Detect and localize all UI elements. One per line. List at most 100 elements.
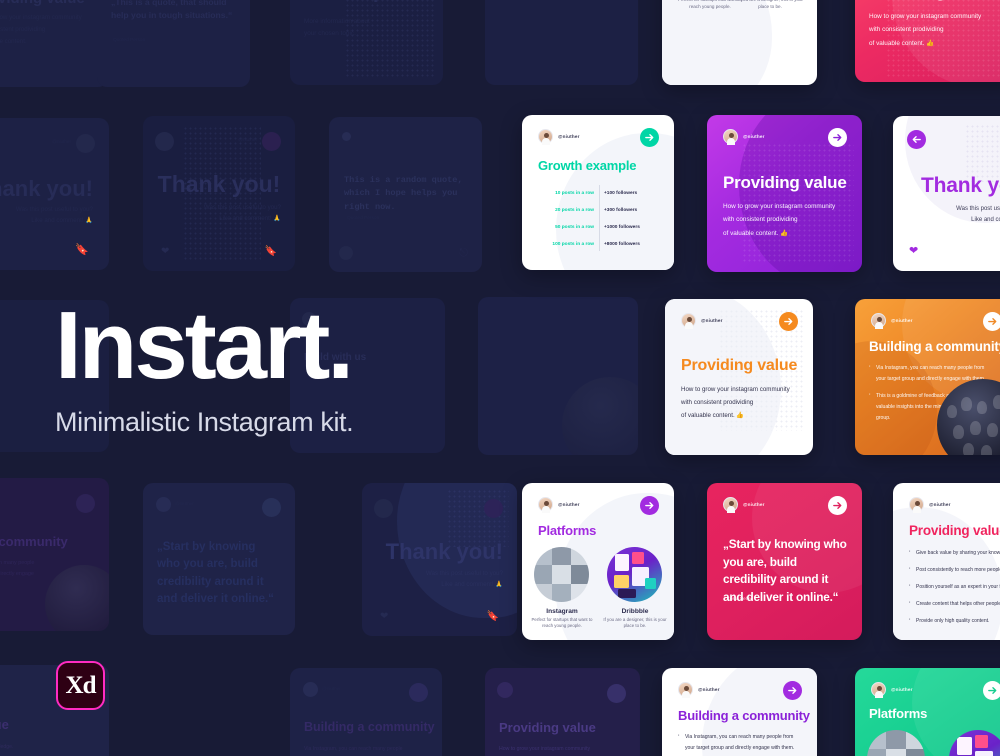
poster-canvas: Providing value How to grow your instagr… [0,0,1000,756]
next-arrow-button[interactable] [828,128,847,147]
growth-row-left: 20 posts in a row [555,208,594,213]
card-growth-example[interactable]: @niuther Growth example 10 posts in a ro… [522,115,674,270]
next-arrow-button[interactable] [828,496,847,515]
divider [599,185,600,251]
handle-label: @niuther [929,502,951,507]
hero-block: Instart. Minimalistic Instagram kit. [55,292,354,438]
platform-desc-instagram: Perfect for startups that want to reach … [531,617,593,629]
card-title: Platforms [538,523,597,538]
bullet-list: Via Instagram, you can reach many people… [678,731,800,756]
dribbble-photo-circle [949,730,1000,756]
share-icon: ⎋ [459,247,468,259]
ghost-card-random-quote: This is a random quote, which I hope hel… [329,117,482,272]
ghost-handle: @niuther [322,686,341,691]
card-body: How to grow your instagram community with… [681,386,790,420]
ghost-card-row2-c [478,297,638,455]
next-arrow-button[interactable] [640,496,659,515]
avatar [678,682,693,698]
next-arrow-button[interactable] [983,312,1000,331]
next-arrow-button[interactable] [640,128,659,147]
ghost-card-bottom-c: Providing value How to grow your instagr… [485,668,640,756]
growth-row: 50 posts in a row +1000 followers [538,219,656,236]
ghost-card-blank-top [485,0,638,85]
growth-row-left: 100 posts in a row [552,242,594,247]
ghost-back-icon [374,499,393,518]
handle-label: @niuther [701,318,723,323]
back-arrow-button[interactable] [907,130,926,149]
page-title: Instart. [55,292,354,399]
ghost-body: How to grow your instagram communitywith… [499,746,591,752]
avatar [909,497,924,513]
ghost-card-providing-value-topleft: Providing value How to grow your instagr… [0,0,108,87]
next-arrow-button[interactable] [983,681,1000,700]
ghost-avatar [303,682,318,697]
ghost-title: Building a community [304,720,435,734]
ghost-arrow-icon [76,134,95,153]
ghost-title: Providing value [0,0,85,7]
ghost-card-bottom-b: @niuther Building a community Via Instag… [290,668,442,756]
ghost-card-thankyou-2: @niuther Thank you! Was this post useful… [143,116,295,271]
bullet-list: Give back value by sharing your knowledg… [909,548,1000,629]
card-providing-value-pink-top[interactable]: Providing value How to grow your instagr… [855,0,1000,82]
crowd-photo [562,377,638,455]
ghost-avatar [484,499,503,518]
card-building-community-white[interactable]: @niuther Building a community Via Instag… [662,668,817,756]
next-arrow-button[interactable] [779,312,798,331]
ghost-body: Via Instagram, you can reach many people… [0,560,35,577]
handle-label: @niuther [743,134,765,139]
ghost-handle: @niuther [52,139,71,144]
avatar-row: @niuther [871,313,1000,329]
handle-label: @niuther [743,502,765,507]
card-platforms[interactable]: @niuther Platforms Instagram Perfect for… [522,483,674,640]
page-subtitle: Minimalistic Instagram kit. [55,407,354,438]
heart-icon: ❤ [161,246,170,257]
handle-label: @niuther [698,687,720,692]
card-providing-value-list[interactable]: @niuther Providing value Give back value… [893,483,1000,640]
ghost-body: Was this post useful to you? Like and com… [15,206,93,225]
next-arrow-button[interactable] [783,681,802,700]
card-title: Providing value [869,0,993,2]
dribbble-photo-circle [607,547,662,602]
decor-blob [662,0,772,85]
arrow-right-icon [784,318,793,325]
ghost-body: How to grow your instagram communitywith… [0,14,82,45]
crowd-photo [45,565,109,631]
arrow-right-icon [833,134,842,141]
card-providing-value-white[interactable]: @niuther Providing value How to grow you… [665,299,813,455]
card-providing-value-purple[interactable]: @niuther Providing value How to grow you… [707,115,862,272]
card-platforms-green[interactable]: @niuther Platforms [855,668,1000,756]
avatar [538,497,553,513]
heart-icon[interactable]: ❤ [909,244,918,257]
ghost-avatar [156,497,171,512]
card-platforms-top[interactable]: Instagram Perfect for startups that want… [662,0,817,85]
ghost-handle: @niuther [175,501,194,506]
bullet-item: Position yourself as an expert in your f… [909,582,1000,591]
bookmark-icon: 🔖 [486,611,499,622]
ghost-title: Building a community [0,534,68,549]
avatar [538,129,553,145]
ghost-title: Thank you! [157,171,281,197]
ghost-body: Give back value by sharing your knowledg… [0,744,14,750]
card-quote-pink[interactable]: @niuther „Start by knowing who you are, … [707,483,862,640]
bullet-item: Create content that helps other people w… [909,599,1000,608]
ghost-body: Was this post useful to you? Like and com… [425,570,503,589]
card-building-community-orange[interactable]: @niuther Building a community Via Instag… [855,299,1000,455]
ghost-avatar [262,132,281,151]
card-title: Providing value [681,357,798,374]
avatar [871,682,886,698]
ghost-avatar-small [339,246,353,260]
growth-row-left: 50 posts in a row [555,225,594,230]
bullet-item: Post consistently to reach more people a… [909,565,1000,574]
quote-author: - Krista Neher [724,596,753,601]
ghost-body: Via Instagram, you can reach many people… [304,746,403,752]
ghost-avatar [342,132,351,141]
growth-row-right: +100 followers [604,191,638,196]
card-title: Providing value [723,173,847,192]
handle-label: @niuther [558,502,580,507]
avatar [871,313,886,329]
ghost-arrow-icon [409,683,428,702]
bullet-item: Give back value by sharing your knowledg… [909,548,1000,557]
card-thank-you[interactable]: Thank you! Was this post useful to you?L… [893,116,1000,271]
instagram-photo-circle [867,730,925,756]
ghost-arrow-icon [607,684,626,703]
